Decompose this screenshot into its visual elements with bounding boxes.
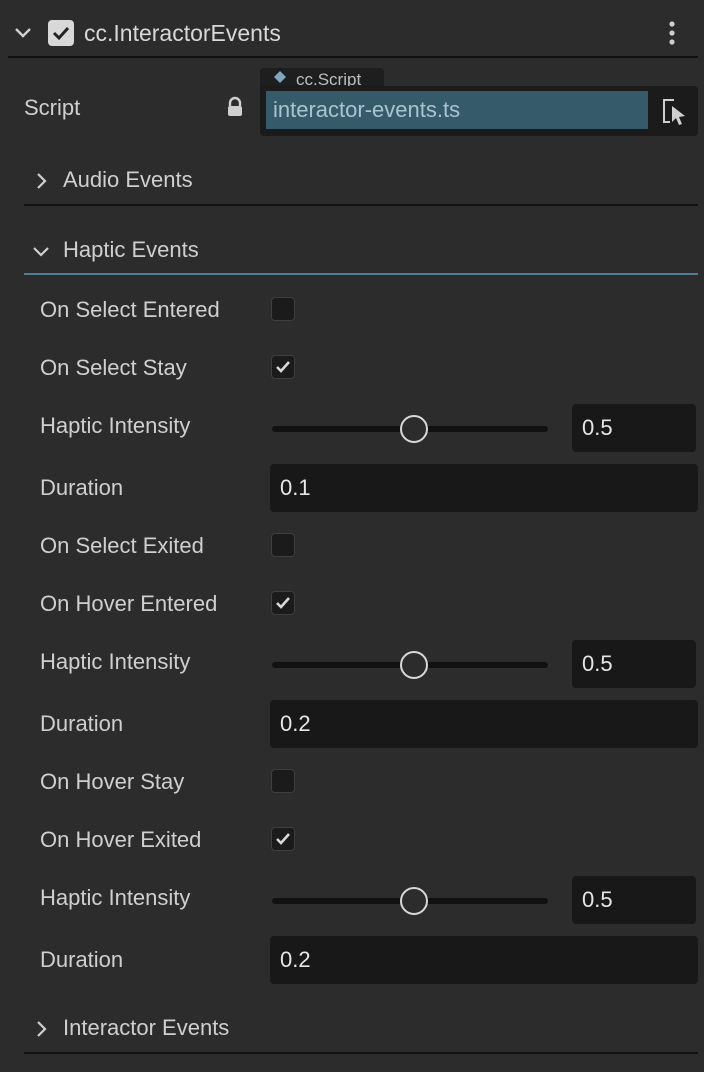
on-hover-exited-label: On Hover Exited xyxy=(40,827,202,852)
script-asset-field[interactable]: interactor-events.ts xyxy=(266,91,648,129)
haptic-intensity-input[interactable]: 0.5 xyxy=(572,640,696,688)
on-select-exited-checkbox[interactable] xyxy=(271,533,295,557)
chevron-right-icon xyxy=(37,1021,47,1037)
section-interactor-events[interactable]: Interactor Events xyxy=(24,1012,698,1052)
on-select-stay-label: On Select Stay xyxy=(40,355,187,380)
component-header: cc.InteractorEvents xyxy=(0,10,704,56)
select-pointer-icon[interactable] xyxy=(660,96,688,126)
haptic-intensity-slider-thumb[interactable] xyxy=(400,651,428,679)
section-haptic-title: Haptic Events xyxy=(63,237,199,262)
duration-input[interactable]: 0.1 xyxy=(270,464,698,512)
section-interactor-title: Interactor Events xyxy=(63,1015,230,1040)
on-select-entered-checkbox[interactable] xyxy=(271,297,295,321)
audio-divider xyxy=(24,204,698,206)
checkbox-checked-icon xyxy=(276,597,290,609)
script-field-frame: interactor-events.ts xyxy=(260,86,698,136)
on-hover-exited-checkbox[interactable] xyxy=(271,827,295,851)
component-title: cc.InteractorEvents xyxy=(84,20,281,46)
haptic-divider xyxy=(24,273,698,275)
haptic-intensity-slider-thumb[interactable] xyxy=(400,887,428,915)
on-hover-entered-checkbox[interactable] xyxy=(271,591,295,615)
script-label: Script xyxy=(24,95,81,120)
on-select-exited-label: On Select Exited xyxy=(40,533,204,558)
lock-icon xyxy=(228,96,242,116)
duration-input[interactable]: 0.2 xyxy=(270,700,698,748)
duration-label: Duration xyxy=(40,947,124,972)
on-hover-stay-label: On Hover Stay xyxy=(40,769,185,794)
duration-input[interactable]: 0.2 xyxy=(270,936,698,984)
section-audio-events[interactable]: Audio Events xyxy=(24,164,698,204)
component-enabled-checkbox[interactable] xyxy=(48,20,74,46)
section-audio-title: Audio Events xyxy=(63,167,193,192)
chevron-down-icon[interactable] xyxy=(12,22,34,44)
haptic-intensity-label: Haptic Intensity xyxy=(40,649,191,674)
haptic-intensity-label: Haptic Intensity xyxy=(40,885,191,910)
on-hover-entered-label: On Hover Entered xyxy=(40,591,218,616)
duration-label: Duration xyxy=(40,475,124,500)
duration-label: Duration xyxy=(40,711,124,736)
haptic-intensity-label: Haptic Intensity xyxy=(40,413,191,438)
chevron-right-icon xyxy=(37,173,47,189)
interactor-divider xyxy=(24,1052,698,1054)
on-select-stay-checkbox[interactable] xyxy=(271,355,295,379)
checkbox-checked-icon xyxy=(52,26,70,41)
on-select-entered-label: On Select Entered xyxy=(40,297,220,322)
haptic-intensity-slider-thumb[interactable] xyxy=(400,415,428,443)
diamond-icon xyxy=(274,71,286,83)
checkbox-checked-icon xyxy=(276,361,290,373)
haptic-intensity-input[interactable]: 0.5 xyxy=(572,876,696,924)
chevron-down-icon xyxy=(33,247,49,257)
header-divider xyxy=(8,56,698,58)
haptic-intensity-input[interactable]: 0.5 xyxy=(572,404,696,452)
kebab-menu-icon[interactable] xyxy=(662,20,682,46)
checkbox-checked-icon xyxy=(276,833,290,845)
on-hover-stay-checkbox[interactable] xyxy=(271,769,295,793)
section-haptic-events[interactable]: Haptic Events xyxy=(24,234,698,274)
